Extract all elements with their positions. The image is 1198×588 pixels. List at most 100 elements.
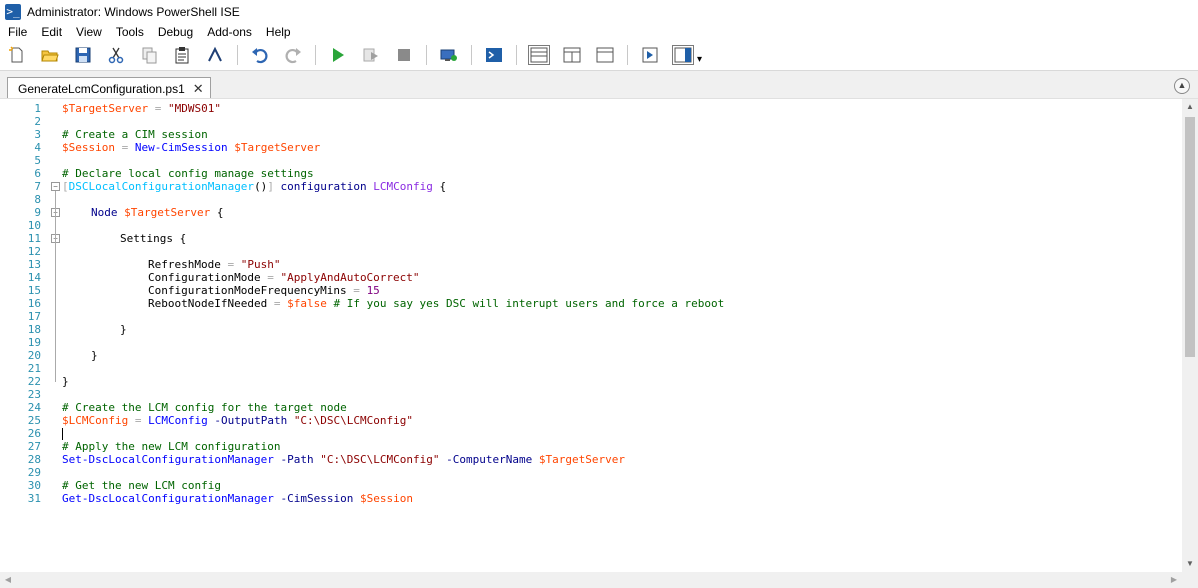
menu-edit[interactable]: Edit bbox=[34, 23, 69, 42]
stop-button[interactable] bbox=[393, 44, 415, 66]
line-number: 29 bbox=[27, 466, 41, 479]
show-commands-button[interactable] bbox=[672, 45, 694, 65]
scrollbar-thumb[interactable] bbox=[1185, 117, 1195, 357]
menu-bar: File Edit View Tools Debug Add-ons Help bbox=[0, 23, 1198, 42]
code-token: $TargetServer bbox=[234, 141, 321, 154]
toolbar-overflow-chevron-icon[interactable]: ▾ bbox=[697, 54, 702, 65]
save-icon bbox=[75, 47, 91, 63]
clear-console-button[interactable] bbox=[204, 44, 226, 66]
code-token: -Path bbox=[273, 453, 321, 466]
code-token: -ComputerName bbox=[439, 453, 539, 466]
code-line-25: $LCMConfig = LCMConfig -OutputPath "C:\D… bbox=[62, 414, 413, 427]
show-commands-icon bbox=[674, 47, 692, 63]
save-button[interactable] bbox=[72, 44, 94, 66]
cut-icon bbox=[108, 47, 124, 64]
undo-button[interactable] bbox=[249, 44, 271, 66]
line-number: 16 bbox=[27, 297, 41, 310]
code-token: $TargetServer bbox=[124, 206, 211, 219]
run-script-button[interactable] bbox=[327, 44, 349, 66]
code-line-22: } bbox=[62, 375, 69, 388]
line-number: 9 bbox=[34, 206, 41, 219]
code-token: $Session bbox=[360, 492, 413, 505]
scroll-right-arrow-icon[interactable]: ▶ bbox=[1166, 572, 1182, 588]
run-script-icon bbox=[333, 48, 344, 62]
code-token: DSCLocalConfigurationManager bbox=[68, 180, 255, 193]
new-file-icon bbox=[9, 46, 23, 63]
open-button[interactable] bbox=[39, 44, 61, 66]
clear-console-icon bbox=[208, 46, 222, 62]
code-line-30: # Get the new LCM config bbox=[62, 479, 221, 492]
copy-icon bbox=[142, 47, 157, 64]
toolbar-separator bbox=[426, 45, 427, 65]
vertical-scrollbar[interactable]: ▲ ▼ bbox=[1182, 99, 1198, 588]
code-token: configuration bbox=[273, 180, 374, 193]
code-token: "ApplyAndAutoCorrect" bbox=[280, 271, 420, 284]
powershell-ise-icon: >_ bbox=[5, 3, 21, 20]
run-selection-button[interactable] bbox=[360, 44, 382, 66]
line-number: 5 bbox=[34, 154, 41, 167]
code-token: -CimSession bbox=[273, 492, 361, 505]
script-editor[interactable]: 1 2 3 4 5 6 7 8 9 10 11 12 13 14 15 16 17 18 19 20 21 22 23 24 2… bbox=[0, 98, 1198, 588]
line-number: 13 bbox=[27, 258, 41, 271]
new-file-button[interactable] bbox=[6, 44, 28, 66]
scroll-up-arrow-icon[interactable]: ▲ bbox=[1182, 99, 1198, 115]
line-number: 24 bbox=[27, 401, 41, 414]
code-token: "MDWS01" bbox=[167, 102, 221, 115]
code-line-7: [DSCLocalConfigurationManager()] configu… bbox=[62, 180, 446, 193]
code-line-11: Settings { bbox=[120, 232, 187, 245]
open-folder-icon bbox=[41, 50, 59, 62]
code-token: $TargetServer bbox=[538, 453, 625, 466]
code-token: $false bbox=[287, 297, 327, 310]
redo-button[interactable] bbox=[282, 44, 304, 66]
start-powershell-button[interactable] bbox=[483, 44, 505, 66]
code-token: ] bbox=[267, 180, 274, 193]
menu-file[interactable]: File bbox=[0, 23, 34, 42]
code-line-20: } bbox=[91, 349, 98, 362]
scroll-down-arrow-icon[interactable]: ▼ bbox=[1182, 556, 1198, 572]
line-number: 17 bbox=[27, 310, 41, 323]
code-token: = bbox=[128, 414, 149, 427]
paste-icon bbox=[175, 47, 189, 64]
run-selection-icon bbox=[363, 48, 378, 62]
menu-add-ons[interactable]: Add-ons bbox=[200, 23, 259, 42]
script-pane-max-button[interactable] bbox=[594, 44, 616, 66]
code-token: LCMConfig bbox=[373, 180, 433, 193]
collapse-script-pane-chevron-up-icon[interactable]: ▲ bbox=[1174, 78, 1190, 94]
toolbar-separator bbox=[315, 45, 316, 65]
menu-tools[interactable]: Tools bbox=[109, 23, 151, 42]
script-tab-strip: GenerateLcmConfiguration.ps1 ✕ ▲ bbox=[0, 70, 1198, 99]
new-remote-tab-button[interactable] bbox=[438, 44, 460, 66]
script-pane-right-icon bbox=[563, 47, 581, 63]
line-number: 2 bbox=[34, 115, 41, 128]
line-number: 10 bbox=[27, 219, 41, 232]
menu-help[interactable]: Help bbox=[259, 23, 298, 42]
code-token: { bbox=[210, 206, 224, 219]
scroll-left-arrow-icon[interactable]: ◀ bbox=[0, 572, 16, 588]
fold-toggle-icon[interactable]: − bbox=[51, 182, 60, 191]
line-number: 8 bbox=[34, 193, 41, 206]
menu-view[interactable]: View bbox=[69, 23, 109, 42]
tab-generatelcmconfiguration[interactable]: GenerateLcmConfiguration.ps1 ✕ bbox=[7, 77, 211, 99]
toolbar: ▾ bbox=[0, 42, 1198, 68]
code-line-28: Set-DscLocalConfigurationManager -Path "… bbox=[62, 453, 625, 466]
show-script-pane-button[interactable] bbox=[639, 44, 661, 66]
line-number: 30 bbox=[27, 479, 41, 492]
code-token: = bbox=[267, 297, 288, 310]
script-pane-right-button[interactable] bbox=[561, 44, 583, 66]
code-line-27: # Apply the new LCM configuration bbox=[62, 440, 281, 453]
line-number: 6 bbox=[34, 167, 41, 180]
close-icon[interactable]: ✕ bbox=[193, 81, 204, 97]
code-token: = bbox=[148, 102, 168, 115]
copy-button[interactable] bbox=[138, 44, 160, 66]
code-line-4: $Session = New-CimSession $TargetServer bbox=[62, 141, 320, 154]
paste-button[interactable] bbox=[171, 44, 193, 66]
cut-button[interactable] bbox=[105, 44, 127, 66]
code-token: Get-DscLocalConfigurationManager bbox=[62, 492, 274, 505]
line-number: 23 bbox=[27, 388, 41, 401]
text-cursor bbox=[62, 428, 63, 440]
script-pane-top-button[interactable] bbox=[528, 45, 550, 65]
horizontal-scrollbar[interactable]: ◀ ▶ bbox=[0, 572, 1182, 588]
code-line-18: } bbox=[120, 323, 127, 336]
menu-debug[interactable]: Debug bbox=[151, 23, 200, 42]
line-number: 19 bbox=[27, 336, 41, 349]
